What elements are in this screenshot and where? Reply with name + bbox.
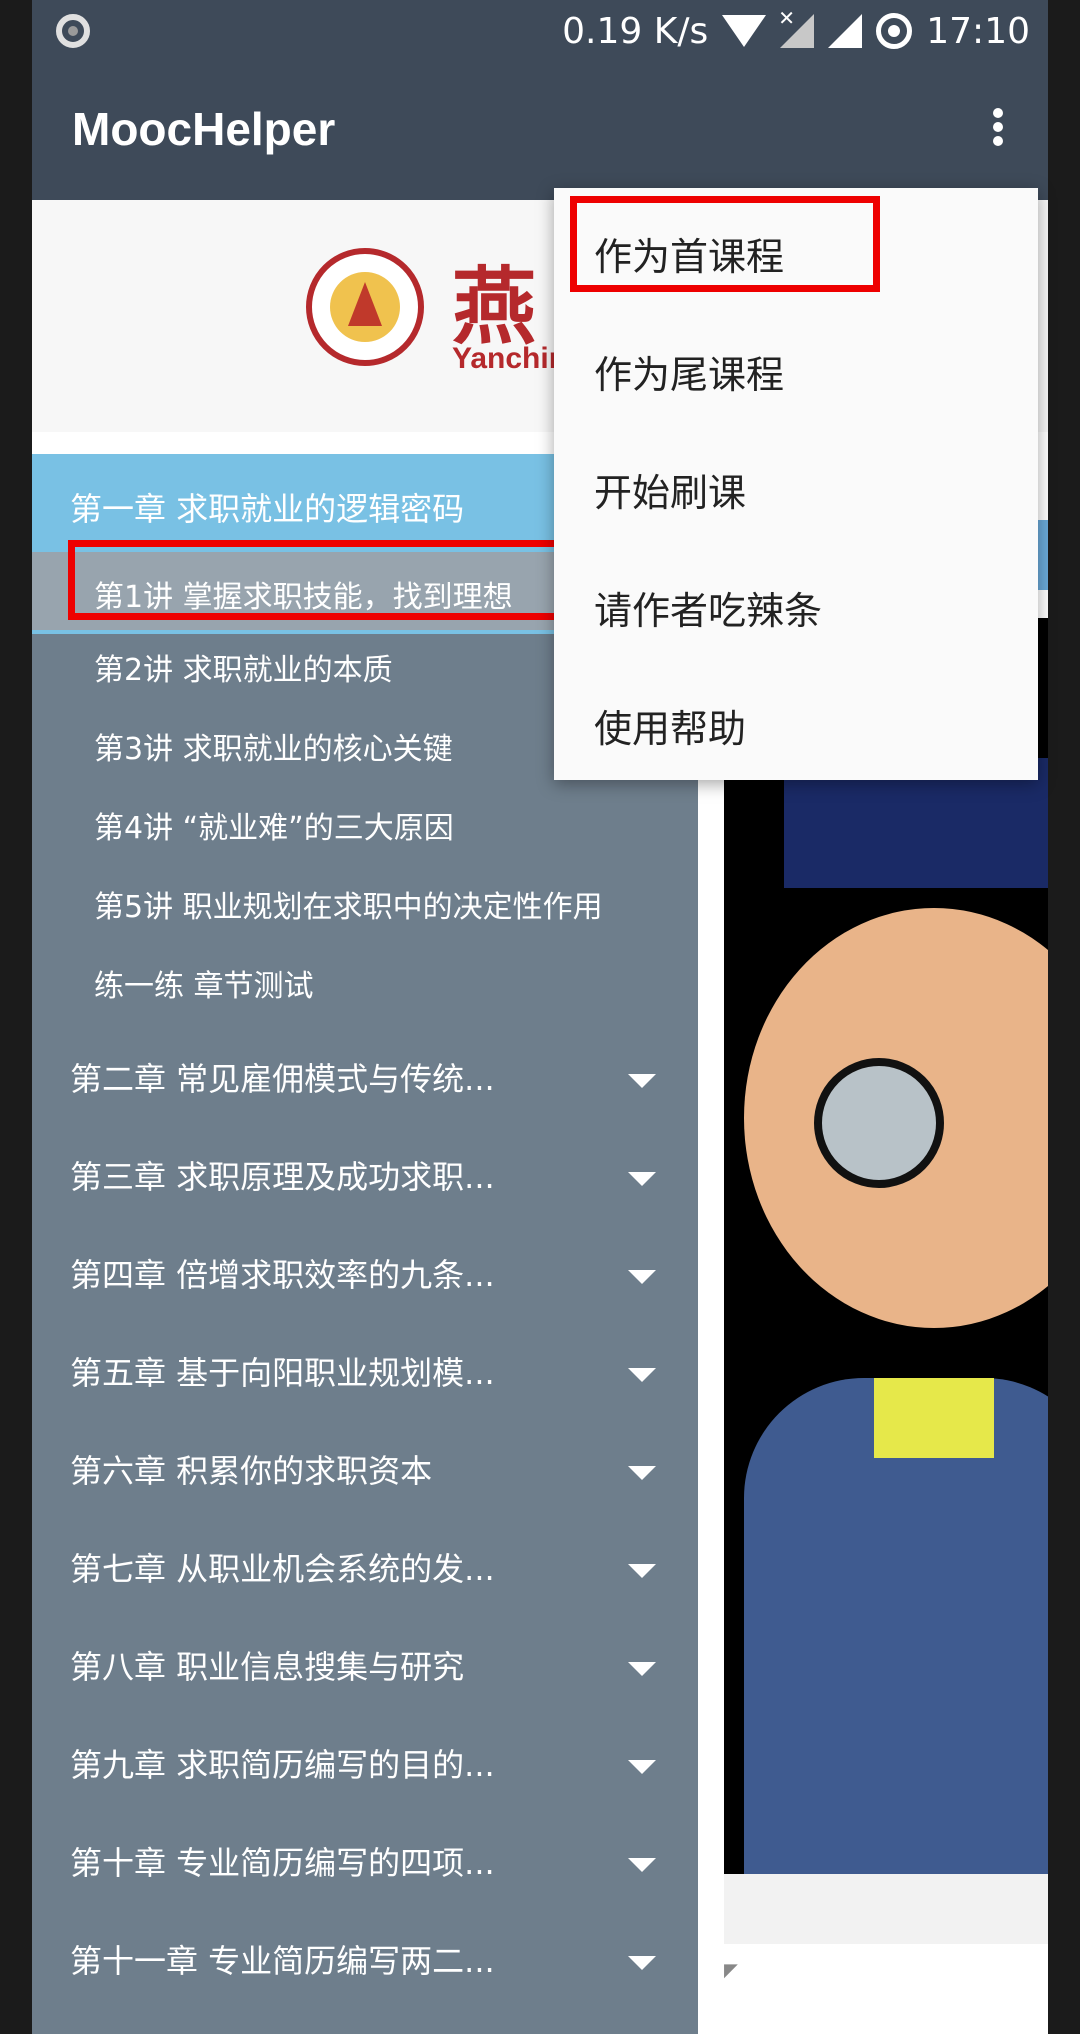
chapter-item-2[interactable]: 第二章 常见雇佣模式与传统... xyxy=(70,1054,690,1100)
chapter-item-5[interactable]: 第五章 基于向阳职业规划模... xyxy=(70,1348,690,1394)
chapter-title: 第五章 基于向阳职业规划模... xyxy=(70,1354,495,1392)
right-gutter xyxy=(1048,0,1080,2034)
chapter-title: 第七章 从职业机会系统的发... xyxy=(70,1550,495,1588)
menu-item-tip-author[interactable]: 请作者吃辣条 xyxy=(594,580,822,635)
chapter-title: 第十章 专业简历编写的四项... xyxy=(70,1844,495,1882)
menu-item-set-last-course[interactable]: 作为尾课程 xyxy=(594,344,784,399)
chapter-title: 第六章 积累你的求职资本 xyxy=(70,1452,433,1490)
school-emblem-icon xyxy=(306,248,424,366)
menu-item-set-first-course[interactable]: 作为首课程 xyxy=(594,226,784,281)
app-title: MoocHelper xyxy=(72,103,336,155)
video-footer xyxy=(724,1874,1048,1944)
clock: 17:10 xyxy=(926,10,1030,52)
chapter-item-10[interactable]: 第十章 专业简历编写的四项... xyxy=(70,1838,690,1884)
lesson-item-quiz[interactable]: 练一练 章节测试 xyxy=(94,961,314,1005)
app-bar: MoocHelper xyxy=(32,62,1048,200)
menu-item-start-autoplay[interactable]: 开始刷课 xyxy=(594,462,746,517)
status-bar: 0.19 K/s ✕ 17:10 xyxy=(32,0,1048,62)
chapter-item-9[interactable]: 第九章 求职简历编写的目的... xyxy=(70,1740,690,1786)
chevron-down-icon[interactable] xyxy=(628,1956,656,1970)
left-gutter xyxy=(0,0,32,2034)
signal-icon xyxy=(828,14,863,48)
chapter-title: 第八章 职业信息搜集与研究 xyxy=(70,1648,465,1686)
menu-item-help[interactable]: 使用帮助 xyxy=(594,698,746,753)
chevron-down-icon[interactable] xyxy=(628,1466,656,1480)
wifi-icon xyxy=(722,15,767,47)
overflow-menu: 作为首课程 作为尾课程 开始刷课 请作者吃辣条 使用帮助 xyxy=(554,188,1038,780)
lesson-item-2[interactable]: 第2讲 求职就业的本质 xyxy=(94,645,393,689)
corner-mark-icon: ◤ xyxy=(724,1960,738,1981)
chapter-title: 第二章 常见雇佣模式与传统... xyxy=(70,1060,495,1098)
chapter-item-3[interactable]: 第三章 求职原理及成功求职... xyxy=(70,1152,690,1198)
chapter-title: 第三章 求职原理及成功求职... xyxy=(70,1158,495,1196)
chapter-title: 第一章 求职就业的逻辑密码 xyxy=(70,490,465,528)
chapter-item-11[interactable]: 第十一章 专业简历编写两二... xyxy=(70,1936,690,1982)
chevron-down-icon[interactable] xyxy=(628,1074,656,1088)
lesson-item-3[interactable]: 第3讲 求职就业的核心关键 xyxy=(94,724,453,768)
cartoon-collar xyxy=(874,1378,994,1458)
chevron-down-icon[interactable] xyxy=(628,1760,656,1774)
chapter-title: 第十一章 专业简历编写两二... xyxy=(70,1942,495,1980)
lesson-item-5[interactable]: 第5讲 职业规划在求职中的决定性作用 xyxy=(94,882,603,926)
chapter-item-4[interactable]: 第四章 倍增求职效率的九条... xyxy=(70,1250,690,1296)
more-options-icon[interactable] xyxy=(988,104,1008,152)
chevron-down-icon[interactable] xyxy=(628,1270,656,1284)
chevron-down-icon[interactable] xyxy=(628,1564,656,1578)
chapter-item-8[interactable]: 第八章 职业信息搜集与研究 xyxy=(70,1642,690,1688)
status-right-group: 0.19 K/s ✕ 17:10 xyxy=(562,6,1030,56)
chevron-down-icon[interactable] xyxy=(628,1662,656,1676)
data-saver-icon xyxy=(876,13,913,49)
lesson-item-4[interactable]: 第4讲 “就业难”的三大原因 xyxy=(94,803,454,847)
chapter-item-7[interactable]: 第七章 从职业机会系统的发... xyxy=(70,1544,690,1590)
chapter-item-6[interactable]: 第六章 积累你的求职资本 xyxy=(70,1446,690,1492)
course-video[interactable] xyxy=(724,618,1048,1874)
cartoon-monocle xyxy=(814,1058,944,1188)
chapter-title: 第四章 倍增求职效率的九条... xyxy=(70,1256,495,1294)
network-speed: 0.19 K/s xyxy=(562,10,709,52)
chevron-down-icon[interactable] xyxy=(628,1858,656,1872)
chevron-down-icon[interactable] xyxy=(628,1172,656,1186)
signal-no-data-icon: ✕ xyxy=(778,6,815,48)
lesson-label: 第1讲 掌握求职技能，找到理想 xyxy=(94,580,513,615)
notification-dot-icon xyxy=(56,14,90,48)
screen: 0.19 K/s ✕ 17:10 MoocHelper 燕 Yanching ◤… xyxy=(0,0,1080,2034)
chevron-down-icon[interactable] xyxy=(628,1368,656,1382)
chapter-title: 第九章 求职简历编写的目的... xyxy=(70,1746,495,1784)
